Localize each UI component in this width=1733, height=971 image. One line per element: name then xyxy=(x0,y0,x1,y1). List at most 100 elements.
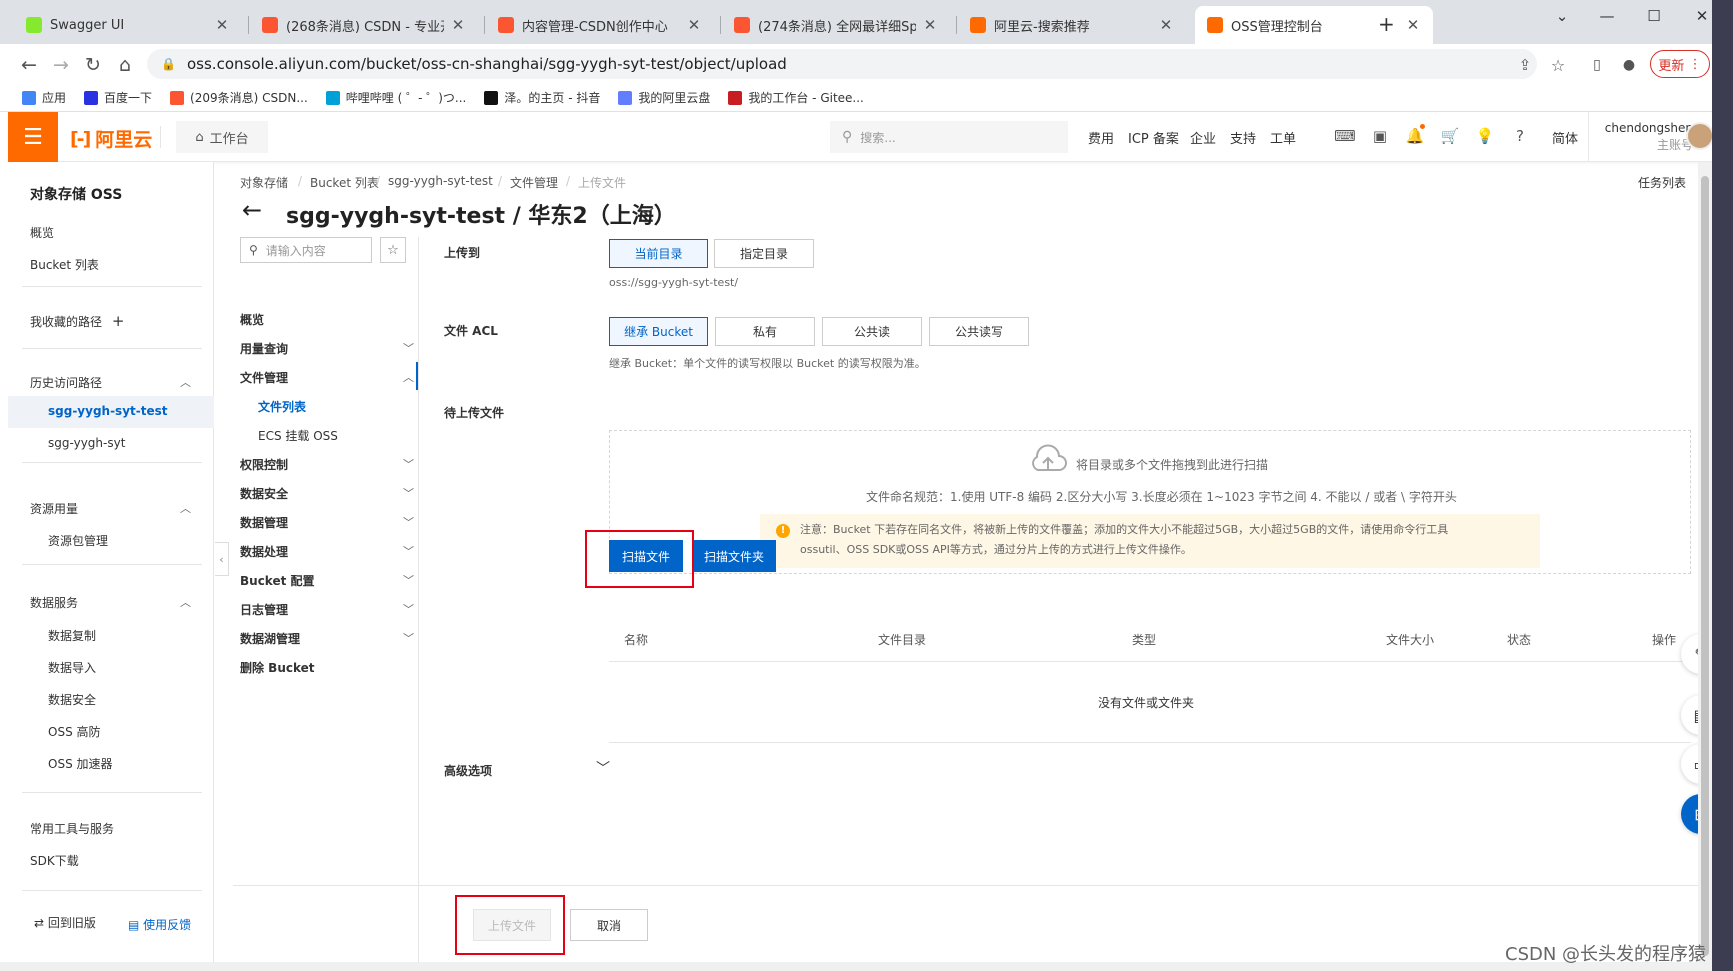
menu-item-3[interactable]: 文件列表 xyxy=(258,398,306,415)
acl-inherit-option[interactable]: 继承 Bucket xyxy=(609,317,708,346)
sidebar-favorites[interactable]: 我收藏的路径 + xyxy=(30,312,124,330)
bookmark-2[interactable]: (209条消息) CSDN... xyxy=(170,89,308,106)
aliyun-logo[interactable]: [-] 阿里云 xyxy=(70,125,152,152)
menu-item-2[interactable]: 文件管理 xyxy=(240,369,288,386)
sidebar-item-tools[interactable]: 常用工具与服务 xyxy=(30,820,114,837)
bookmark-5[interactable]: 我的阿里云盘 xyxy=(618,89,710,106)
global-search-input[interactable]: ⚲ 搜索... xyxy=(830,121,1068,153)
sidebar-panel-icon[interactable]: ▯ xyxy=(1584,52,1610,78)
cart-icon[interactable]: 🛒 xyxy=(1440,126,1460,146)
collapse-sidebar-icon[interactable]: ‹ xyxy=(215,542,229,576)
sidebar-item-bucket-list[interactable]: Bucket 列表 xyxy=(30,256,99,273)
sidebar-item-data-0[interactable]: 数据复制 xyxy=(48,627,96,644)
chevron-down-icon[interactable]: ﹀ xyxy=(403,485,414,501)
page-scrollbar[interactable] xyxy=(1698,162,1712,971)
reload-icon[interactable]: ↻ xyxy=(80,52,106,78)
breadcrumb-item-0[interactable]: 对象存储 xyxy=(240,174,288,191)
minimize-button[interactable]: — xyxy=(1585,0,1629,32)
bookmark-1[interactable]: 百度一下 xyxy=(84,89,152,106)
advanced-options-label[interactable]: 高级选项 xyxy=(444,762,492,779)
bookmark-0[interactable]: 应用 xyxy=(22,89,66,106)
profile-icon[interactable]: ● xyxy=(1616,52,1642,78)
close-tab-icon[interactable]: ✕ xyxy=(450,16,466,34)
menu-item-1[interactable]: 用量查询 xyxy=(240,340,288,357)
workbench-button[interactable]: ⌂ 工作台 xyxy=(176,121,268,153)
console-icon[interactable]: ▣ xyxy=(1370,126,1390,146)
topnav-3[interactable]: 支持 xyxy=(1230,128,1256,147)
bell-icon[interactable]: 🔔 xyxy=(1405,126,1425,146)
sidebar-item-data-2[interactable]: 数据安全 xyxy=(48,691,96,708)
sidebar-item-overview[interactable]: 概览 xyxy=(30,224,54,241)
back-icon[interactable]: ← xyxy=(16,52,42,78)
sidebar-resource-title[interactable]: 资源用量 xyxy=(30,500,78,517)
chevron-down-icon[interactable]: ﹀ xyxy=(403,572,414,588)
chevron-down-icon[interactable]: ﹀ xyxy=(403,601,414,617)
chevron-down-icon[interactable]: ﹀ xyxy=(403,456,414,472)
cancel-button[interactable]: 取消 xyxy=(570,909,648,941)
topnav-1[interactable]: ICP 备案 xyxy=(1128,128,1179,147)
tab-3[interactable]: (274条消息) 全网最详细SpringB ✕ xyxy=(722,6,950,44)
bookmark-3[interactable]: 哔哩哔哩 ( ゜- ゜)つ... xyxy=(325,89,466,106)
close-tab-icon[interactable]: ✕ xyxy=(686,16,702,34)
sidebar-history-title[interactable]: 历史访问路径 xyxy=(30,374,102,391)
chevron-up-icon[interactable]: ︿ xyxy=(180,374,191,390)
sidebar-data-title[interactable]: 数据服务 xyxy=(30,594,78,611)
tab-2[interactable]: 内容管理-CSDN创作中心 ✕ xyxy=(486,6,714,44)
menu-item-0[interactable]: 概览 xyxy=(240,311,264,328)
menu-item-10[interactable]: 日志管理 xyxy=(240,601,288,618)
star-icon[interactable]: ☆ xyxy=(380,237,406,263)
chevron-down-icon[interactable]: ﹀ xyxy=(403,340,414,356)
acl-public-read-option[interactable]: 公共读 xyxy=(822,317,922,346)
breadcrumb-item-1[interactable]: Bucket 列表 xyxy=(310,174,379,191)
menu-icon[interactable]: ☰ xyxy=(8,112,58,162)
breadcrumb-item-3[interactable]: 文件管理 xyxy=(510,174,558,191)
forward-icon[interactable]: → xyxy=(48,52,74,78)
sidebar-item-data-3[interactable]: OSS 高防 xyxy=(48,723,101,740)
scan-folder-button[interactable]: 扫描文件夹 xyxy=(692,540,776,572)
tab-4[interactable]: 阿里云-搜索推荐 ✕ xyxy=(958,6,1186,44)
menu-item-6[interactable]: 数据安全 xyxy=(240,485,288,502)
acl-private-option[interactable]: 私有 xyxy=(715,317,815,346)
avatar[interactable] xyxy=(1686,122,1712,150)
acl-public-rw-option[interactable]: 公共读写 xyxy=(929,317,1029,346)
topnav-0[interactable]: 费用 xyxy=(1088,128,1114,147)
menu-item-7[interactable]: 数据管理 xyxy=(240,514,288,531)
lightbulb-icon[interactable]: 💡 xyxy=(1475,126,1495,146)
sidebar-item-sdk[interactable]: SDK下载 xyxy=(30,852,79,869)
current-dir-option[interactable]: 当前目录 xyxy=(609,239,708,268)
close-tab-icon[interactable]: ✕ xyxy=(214,16,230,34)
topnav-4[interactable]: 工单 xyxy=(1270,128,1296,147)
close-window-button[interactable]: ✕ xyxy=(1680,0,1712,32)
menu-item-11[interactable]: 数据湖管理 xyxy=(240,630,300,647)
menu-item-8[interactable]: 数据处理 xyxy=(240,543,288,560)
chevron-up-icon[interactable]: ︿ xyxy=(180,500,191,516)
bookmark-4[interactable]: 泽。的主页 - 抖音 xyxy=(484,89,600,106)
sidebar-item-data-1[interactable]: 数据导入 xyxy=(48,659,96,676)
bookmark-6[interactable]: 我的工作台 - Gitee... xyxy=(728,89,864,106)
language-switch[interactable]: 简体 xyxy=(1552,128,1578,147)
close-tab-icon[interactable]: ✕ xyxy=(1158,16,1174,34)
close-tab-icon[interactable]: ✕ xyxy=(1405,16,1421,34)
menu-item-12[interactable]: 删除 Bucket xyxy=(240,659,315,676)
add-icon[interactable]: + xyxy=(112,312,125,330)
back-to-old-link[interactable]: ⇄ 回到旧版 xyxy=(34,914,96,931)
address-bar[interactable]: 🔒 oss.console.aliyun.com/bucket/oss-cn-s… xyxy=(147,49,1537,79)
sidebar-history-item-1[interactable]: sgg-yygh-syt xyxy=(48,436,125,450)
chevron-down-icon[interactable]: ﹀ xyxy=(403,543,414,559)
new-tab-button[interactable]: + xyxy=(1378,12,1395,36)
tab-search-icon[interactable]: ⌄ xyxy=(1540,0,1584,32)
sidebar-item-data-4[interactable]: OSS 加速器 xyxy=(48,755,113,772)
back-arrow-icon[interactable]: ← xyxy=(242,196,262,224)
breadcrumb-item-2[interactable]: sgg-yygh-syt-test xyxy=(388,174,493,188)
tab-1[interactable]: (268条消息) CSDN - 专业开发者 ✕ xyxy=(250,6,478,44)
chevron-down-icon[interactable]: ﹀ xyxy=(403,514,414,530)
sidebar-item-resource-pack[interactable]: 资源包管理 xyxy=(48,532,108,549)
chevron-up-icon[interactable]: ︿ xyxy=(403,369,414,385)
chevron-down-icon[interactable]: ﹀ xyxy=(403,630,414,646)
help-icon[interactable]: ? xyxy=(1510,126,1530,146)
tab-0[interactable]: Swagger UI ✕ xyxy=(14,6,242,44)
close-tab-icon[interactable]: ✕ xyxy=(922,16,938,34)
tab-5[interactable]: OSS管理控制台 ✕ xyxy=(1195,6,1433,44)
specify-dir-option[interactable]: 指定目录 xyxy=(714,239,814,268)
maximize-button[interactable]: ☐ xyxy=(1632,0,1676,32)
